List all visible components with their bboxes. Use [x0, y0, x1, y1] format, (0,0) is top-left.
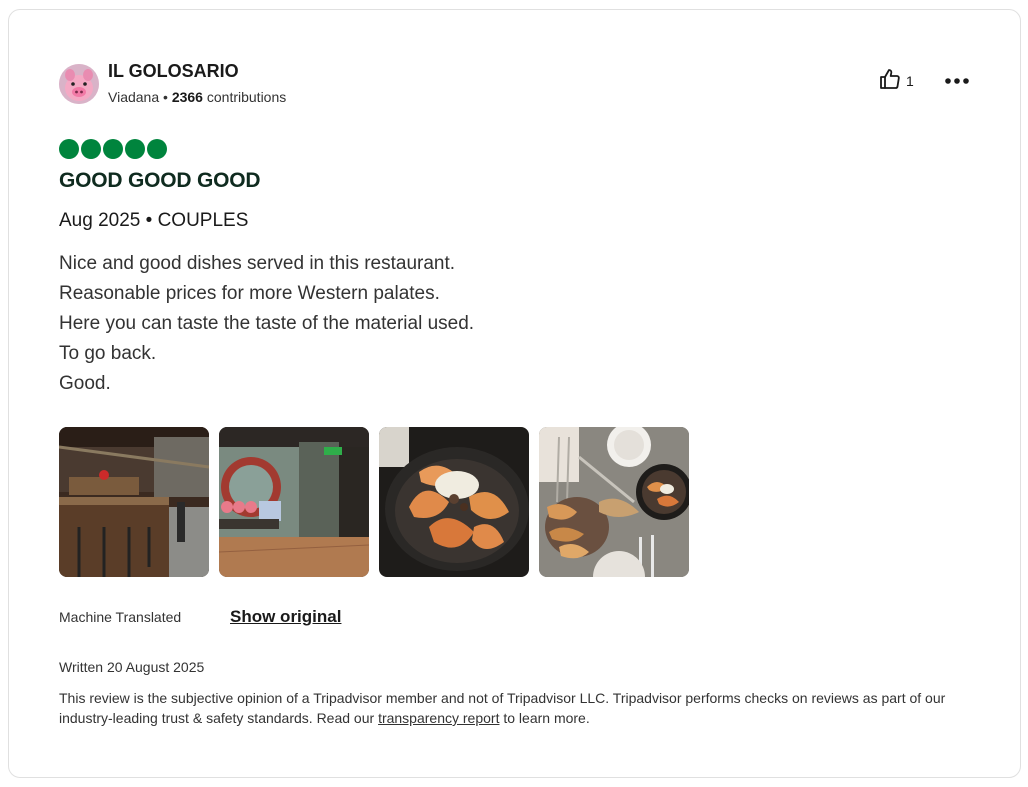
review-body: Nice and good dishes served in this rest…	[59, 249, 474, 399]
review-photos	[59, 427, 689, 577]
contributions-label: contributions	[202, 89, 287, 105]
review-photo-shrimp-dish[interactable]	[379, 427, 529, 577]
review-photo-dining-room[interactable]	[219, 427, 369, 577]
rating-bubble-icon	[125, 139, 145, 159]
review-body-line: To go back.	[59, 343, 157, 364]
review-body-line: Good.	[59, 373, 111, 394]
transparency-report-link[interactable]: transparency report	[378, 710, 499, 726]
rating-bubble-icon	[81, 139, 101, 159]
rating-bubble-icon	[59, 139, 79, 159]
author-location: Viadana	[108, 89, 160, 105]
more-options-button[interactable]	[938, 68, 976, 94]
review-body-line: Nice and good dishes served in this rest…	[59, 253, 456, 274]
review-body-line: Reasonable prices for more Western palat…	[59, 283, 440, 304]
review-title[interactable]: GOOD GOOD GOOD	[59, 169, 261, 193]
machine-translated-label: Machine Translated	[59, 609, 182, 625]
review-body-line: Here you can taste the taste of the mate…	[59, 313, 475, 334]
contributions-count: 2366	[171, 89, 203, 105]
author-meta: Viadana • 2366 contributions	[108, 89, 286, 105]
thumbs-up-icon	[878, 67, 902, 96]
meta-separator: •	[159, 89, 172, 105]
review-photo-table-spread[interactable]	[539, 427, 689, 577]
rating-bubble-icon	[103, 139, 123, 159]
review-photo-bar-interior[interactable]	[59, 427, 209, 577]
author-name[interactable]: IL GOLOSARIO	[108, 61, 239, 82]
rating-bubble-icon	[147, 139, 167, 159]
rating-bubbles	[59, 139, 167, 159]
disclaimer-text-end: to learn more.	[499, 710, 590, 726]
show-original-link[interactable]: Show original	[230, 607, 341, 627]
visit-info: Aug 2025 • COUPLES	[59, 210, 249, 231]
avatar[interactable]	[59, 64, 99, 104]
helpful-vote-button[interactable]: 1	[878, 68, 914, 94]
helpful-count: 1	[906, 73, 914, 89]
written-date: Written 20 August 2025	[59, 659, 205, 675]
more-horizontal-icon	[944, 72, 970, 90]
review-disclaimer: This review is the subjective opinion of…	[59, 688, 969, 728]
